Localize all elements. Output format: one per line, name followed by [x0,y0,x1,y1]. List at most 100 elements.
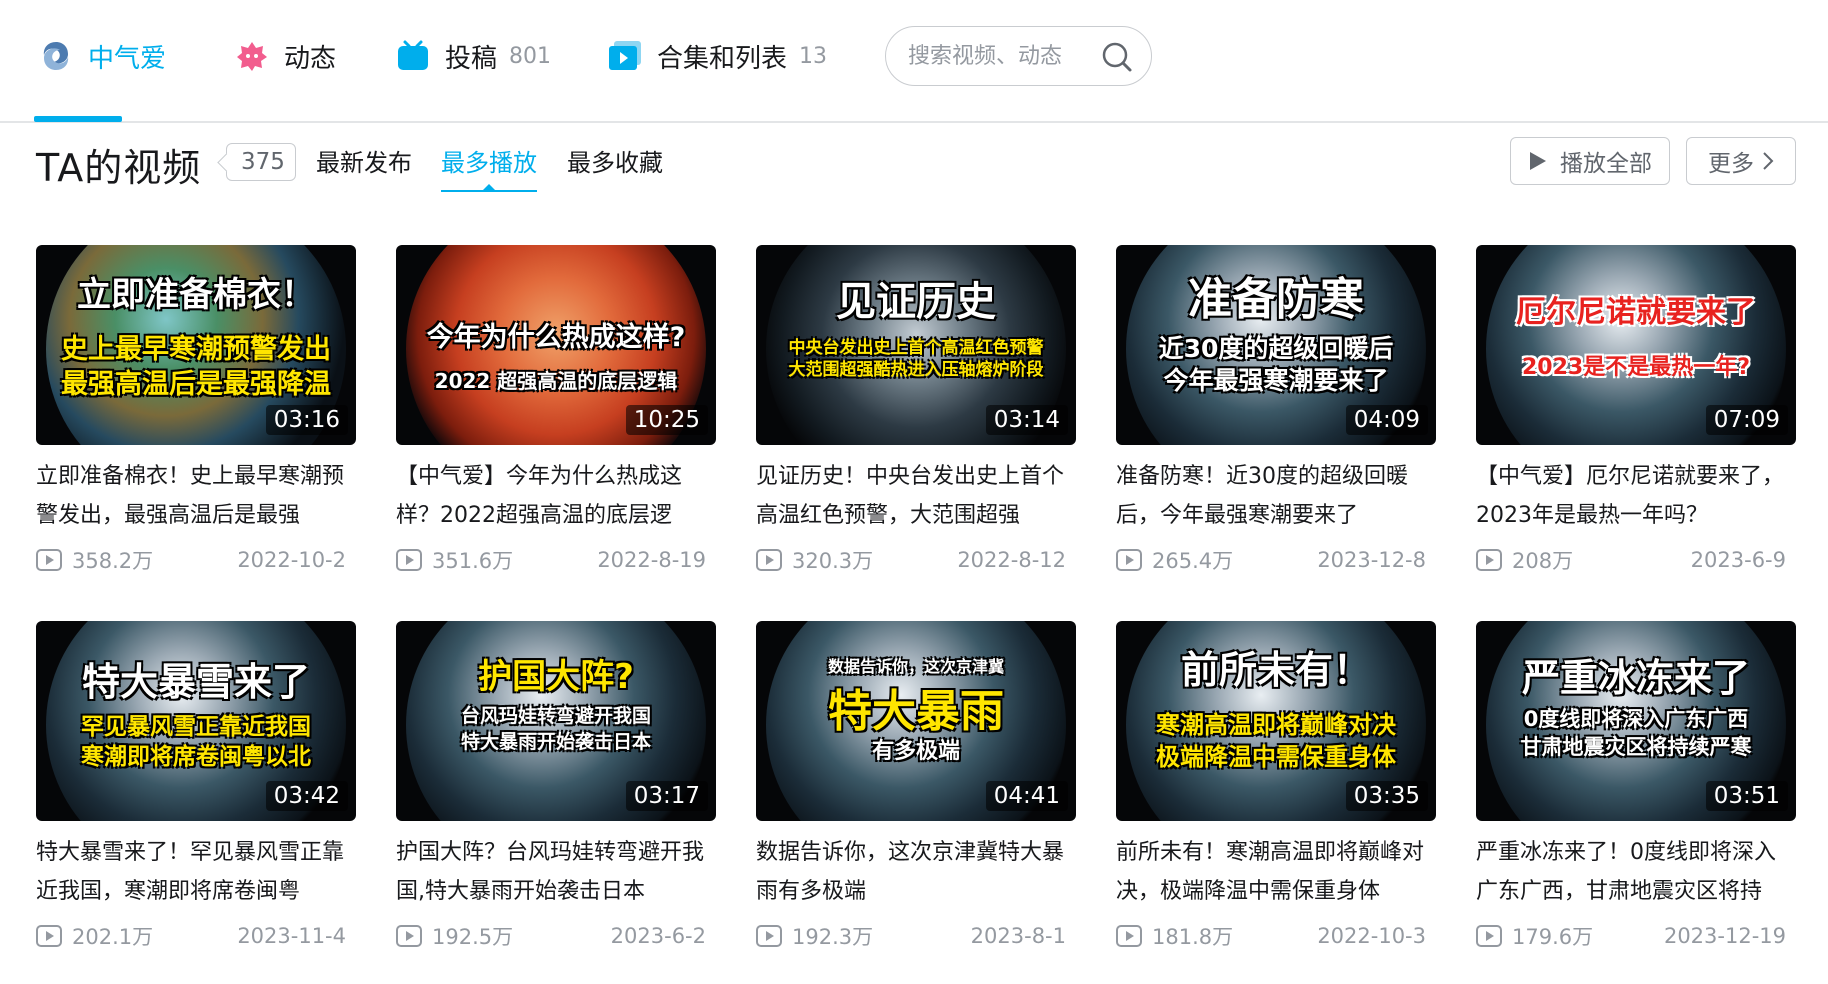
video-title[interactable]: 准备防寒！近30度的超级回暖后，今年最强寒潮要来了 [1116,457,1436,537]
video-duration: 07:09 [1705,405,1788,435]
video-thumbnail[interactable]: 今年为什么热成这样? 2022 超强高温的底层逻辑 10:25 [396,245,716,445]
thumbnail-text: 特大暴雪来了 [81,660,310,704]
play-count-icon [396,925,422,947]
video-title[interactable]: 数据告诉你，这次京津冀特大暴雨有多极端 [756,833,1076,913]
view-count: 351.6万 [432,549,514,573]
publish-date: 2022-10-3 [1317,924,1426,948]
video-card[interactable]: 护国大阵? 台风玛娃转弯避开我国 特大暴雨开始袭击日本 03:17 护国大阵？台… [396,621,716,951]
video-card[interactable]: 严重冰冻来了 0度线即将深入广东广西 甘肃地震灾区将持续严寒 03:51 严重冰… [1476,621,1796,951]
nav-collections-label: 合集和列表 [657,43,788,74]
publish-date: 2023-6-2 [610,924,706,948]
channel-logo-icon [38,38,74,74]
search-input[interactable] [908,43,1088,69]
video-thumbnail[interactable]: 数据告诉你，这次京津冀 特大暴雨 有多极端 04:41 [756,621,1076,821]
nav-posts-label: 投稿 [445,43,498,74]
video-title[interactable]: 【中气爱】厄尔尼诺就要来了，2023年是最热一年吗？ [1476,457,1796,537]
video-thumbnail[interactable]: 立即准备棉衣！ 史上最早寒潮预警发出 最强高温后是最强降温 03:16 [36,245,356,445]
play-all-button[interactable]: 播放全部 [1510,137,1670,185]
video-thumbnail[interactable]: 前所未有！ 寒潮高温即将巅峰对决 极端降温中需保重身体 03:35 [1116,621,1436,821]
video-meta: 320.3万 2022-8-12 [756,545,1076,575]
thumbnail-text: 今年最强寒潮要来了 [1163,366,1389,395]
play-count-icon [1476,925,1502,947]
thumbnail-text: 最强高温后是最强降温 [61,369,331,400]
video-duration: 03:42 [265,781,348,811]
video-thumbnail[interactable]: 护国大阵? 台风玛娃转弯避开我国 特大暴雨开始袭击日本 03:17 [396,621,716,821]
thumbnail-text: 0度线即将深入广东广西 [1523,707,1749,731]
view-count: 181.8万 [1152,925,1234,949]
nav-posts[interactable]: 投稿 801 [395,30,551,82]
sort-tab-most-played[interactable]: 最多播放 [441,143,537,178]
thumbnail-text: 今年为什么热成这样? [426,322,686,353]
more-label: 更多 [1708,151,1754,177]
nav-collections[interactable]: 合集和列表 13 [607,30,827,82]
thumbnail-text: 准备防寒 [1188,274,1364,325]
thumbnail-text: 史上最早寒潮预警发出 [61,334,331,365]
search-icon[interactable] [1101,41,1133,73]
thumbnail-text: 大范围超强酷热进入压轴熔炉阶段 [788,360,1044,380]
video-duration: 10:25 [625,405,708,435]
publish-date: 2023-6-9 [1690,548,1786,572]
thumbnail-text: 极端降温中需保重身体 [1156,743,1396,771]
search-box [885,26,1152,86]
play-count-icon [756,549,782,571]
video-thumbnail[interactable]: 严重冰冻来了 0度线即将深入广东广西 甘肃地震灾区将持续严寒 03:51 [1476,621,1796,821]
video-thumbnail[interactable]: 特大暴雪来了 罕见暴风雪正靠近我国 寒潮即将席卷闽粤以北 03:42 [36,621,356,821]
video-count-badge: 375 [226,143,296,181]
view-count: 202.1万 [72,925,154,949]
play-count-icon [396,549,422,571]
video-duration: 04:41 [985,781,1068,811]
video-card[interactable]: 前所未有！ 寒潮高温即将巅峰对决 极端降温中需保重身体 03:35 前所未有！寒… [1116,621,1436,951]
video-duration: 03:35 [1345,781,1428,811]
thumbnail-text: 有多极端 [871,739,960,764]
dynamic-icon [234,38,270,74]
video-title[interactable]: 特大暴雪来了！罕见暴风雪正靠近我国，寒潮即将席卷闽粤 [36,833,356,913]
video-title[interactable]: 立即准备棉衣！史上最早寒潮预警发出，最强高温后是最强 [36,457,356,537]
sort-active-indicator [441,184,537,192]
chevron-right-icon [1762,151,1774,171]
thumbnail-text: 2023是不是最热一年? [1522,355,1750,380]
video-meta: 192.5万 2023-6-2 [396,921,716,951]
video-card[interactable]: 特大暴雪来了 罕见暴风雪正靠近我国 寒潮即将席卷闽粤以北 03:42 特大暴雪来… [36,621,356,951]
video-duration: 03:17 [625,781,708,811]
nav-dynamic-label: 动态 [284,43,337,74]
video-card[interactable]: 立即准备棉衣！ 史上最早寒潮预警发出 最强高温后是最强降温 03:16 立即准备… [36,245,356,575]
video-duration: 03:16 [265,405,348,435]
video-title[interactable]: 见证历史！中央台发出史上首个高温红色预警，大范围超强 [756,457,1076,537]
view-count: 358.2万 [72,549,154,573]
thumbnail-text: 罕见暴风雪正靠近我国 [81,714,311,740]
nav-dynamic[interactable]: 动态 [234,30,336,82]
thumbnail-text: 寒潮高温即将巅峰对决 [1156,711,1396,739]
video-title[interactable]: 严重冰冻来了！0度线即将深入广东广西，甘肃地震灾区将持 [1476,833,1796,913]
video-thumbnail[interactable]: 准备防寒 近30度的超级回暖后 今年最强寒潮要来了 04:09 [1116,245,1436,445]
publish-date: 2023-8-1 [970,924,1066,948]
video-title[interactable]: 【中气爱】今年为什么热成这样？2022超强高温的底层逻 [396,457,716,537]
thumbnail-text: 甘肃地震灾区将持续严寒 [1520,735,1752,759]
video-thumbnail[interactable]: 厄尔尼诺就要来了 2023是不是最热一年? 07:09 [1476,245,1796,445]
video-meta: 179.6万 2023-12-19 [1476,921,1796,951]
video-meta: 181.8万 2022-10-3 [1116,921,1436,951]
sort-tab-most-favorited[interactable]: 最多收藏 [567,143,663,178]
nav-home[interactable]: 中气爱 [38,30,166,82]
video-title[interactable]: 护国大阵？台风玛娃转弯避开我国,特大暴雨开始袭击日本 [396,833,716,913]
thumbnail-text: 护国大阵? [478,657,634,697]
play-count-icon [1116,549,1142,571]
video-card[interactable]: 今年为什么热成这样? 2022 超强高温的底层逻辑 10:25 【中气爱】今年为… [396,245,716,575]
thumbnail-text: 特大暴雨 [828,686,1004,737]
collection-icon [607,38,643,74]
nav-home-label: 中气爱 [88,43,167,74]
video-title[interactable]: 前所未有！寒潮高温即将巅峰对决，极端降温中需保重身体 [1116,833,1436,913]
nav-active-indicator [34,116,122,122]
video-card[interactable]: 厄尔尼诺就要来了 2023是不是最热一年? 07:09 【中气爱】厄尔尼诺就要来… [1476,245,1796,575]
thumbnail-text: 厄尔尼诺就要来了 [1516,295,1756,330]
publish-date: 2022-10-2 [237,548,346,572]
video-card[interactable]: 准备防寒 近30度的超级回暖后 今年最强寒潮要来了 04:09 准备防寒！近30… [1116,245,1436,575]
video-card[interactable]: 见证历史 中央台发出史上首个高温红色预警 大范围超强酷热进入压轴熔炉阶段 03:… [756,245,1076,575]
video-meta: 265.4万 2023-12-8 [1116,545,1436,575]
view-count: 208万 [1512,549,1574,573]
video-thumbnail[interactable]: 见证历史 中央台发出史上首个高温红色预警 大范围超强酷热进入压轴熔炉阶段 03:… [756,245,1076,445]
sort-tab-latest[interactable]: 最新发布 [316,143,412,178]
video-meta: 351.6万 2022-8-19 [396,545,716,575]
nav-posts-count: 801 [509,43,552,69]
video-card[interactable]: 数据告诉你，这次京津冀 特大暴雨 有多极端 04:41 数据告诉你，这次京津冀特… [756,621,1076,951]
more-button[interactable]: 更多 [1686,137,1796,185]
